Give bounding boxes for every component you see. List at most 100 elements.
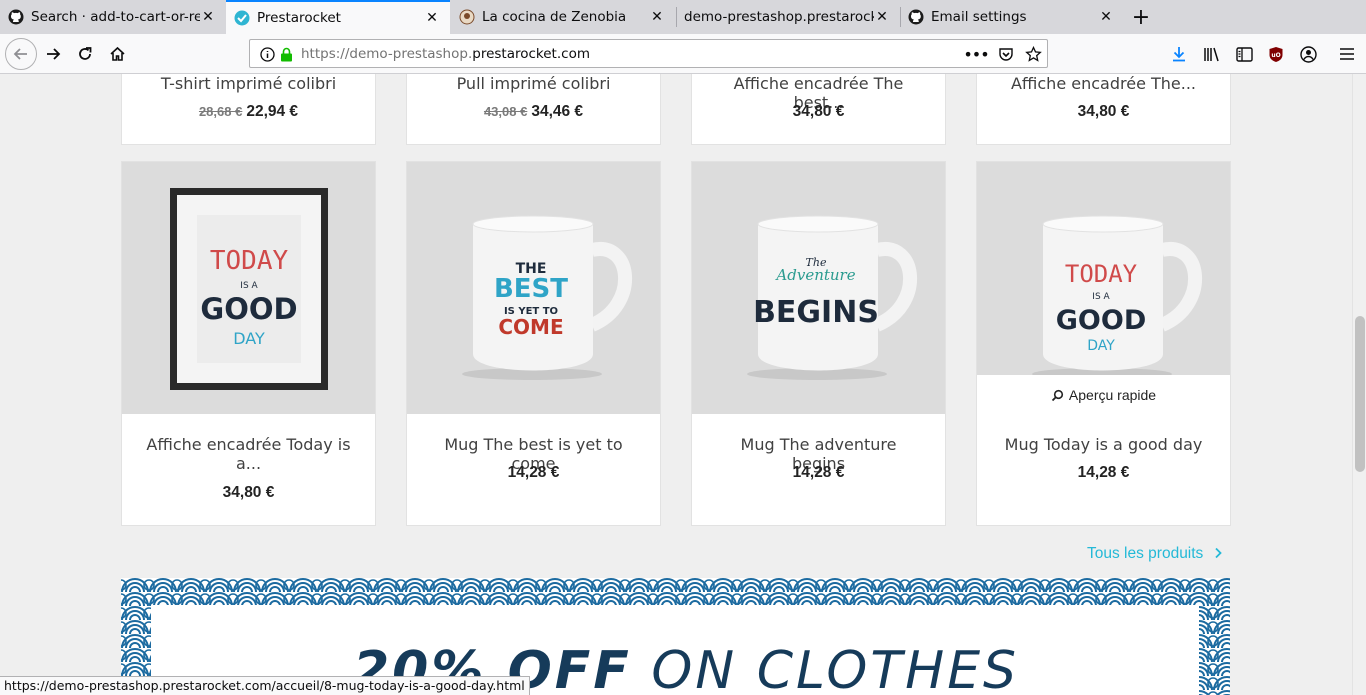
zenobia-icon xyxy=(459,9,475,25)
product-price: 22,94 € xyxy=(246,103,299,120)
product-name[interactable]: Affiche encadrée The... xyxy=(977,74,1230,93)
product-image[interactable]: The Adventure BEGINS xyxy=(692,162,945,414)
sidebar-icon[interactable] xyxy=(1233,43,1255,65)
navigation-toolbar: https://demo-prestashop.prestarocket.com… xyxy=(0,34,1366,74)
home-button[interactable] xyxy=(103,40,131,68)
banner-headline-rest: ON CLOTHES xyxy=(631,641,1020,695)
back-button[interactable] xyxy=(5,38,37,70)
menu-icon[interactable] xyxy=(1336,43,1358,65)
product-price-row: 43,08 €34,46 € xyxy=(407,103,660,121)
product-name[interactable]: T-shirt imprimé colibri xyxy=(122,74,375,93)
mug-line-3: GOOD xyxy=(1056,305,1146,336)
all-products-link[interactable]: Tous les produits xyxy=(1087,545,1223,563)
tab-email-settings[interactable]: Email settings ✕ xyxy=(900,0,1124,34)
page-scrollbar[interactable] xyxy=(1352,74,1366,695)
product-image[interactable]: TODAY IS A GOOD DAY Aperçu rapide xyxy=(977,162,1230,414)
page-content: T-shirt imprimé colibri 28,68 €22,94 € P… xyxy=(0,74,1352,695)
lock-icon[interactable] xyxy=(279,46,293,62)
url-host: prestarocket.com xyxy=(472,46,590,62)
home-icon xyxy=(109,46,125,61)
close-tab-icon[interactable]: ✕ xyxy=(649,9,665,25)
tab-demo-prestashop[interactable]: demo-prestashop.prestarock ✕ xyxy=(676,0,900,34)
poster-line-2: IS A xyxy=(240,281,258,291)
scrollbar-thumb[interactable] xyxy=(1355,316,1365,472)
reload-icon xyxy=(79,47,92,60)
product-price-row: 14,28 € xyxy=(692,464,945,482)
tab-github-search[interactable]: Search · add-to-cart-or-re ✕ xyxy=(0,0,226,34)
downloads-icon[interactable] xyxy=(1168,43,1190,65)
product-price-row: 14,28 € xyxy=(977,464,1230,482)
product-card[interactable]: The Adventure BEGINS Mug The adventure b… xyxy=(691,161,946,526)
old-price: 28,68 € xyxy=(198,104,243,119)
product-price-row: 34,80 € xyxy=(692,103,945,121)
tab-zenobia[interactable]: La cocina de Zenobia ✕ xyxy=(451,0,675,34)
product-price: 14,28 € xyxy=(1077,464,1130,481)
mug-line-2: IS A xyxy=(1092,292,1110,302)
new-tab-button[interactable]: + xyxy=(1129,5,1153,30)
bookmark-star-icon[interactable] xyxy=(1024,46,1042,62)
tab-title: demo-prestashop.prestarock xyxy=(684,9,874,25)
close-tab-icon[interactable]: ✕ xyxy=(200,9,216,25)
product-card[interactable]: T-shirt imprimé colibri 28,68 €22,94 € xyxy=(121,74,376,145)
product-image[interactable]: THE BEST IS YET TO COME xyxy=(407,162,660,414)
product-card[interactable]: TODAY IS A GOOD DAY Affiche encadrée Tod… xyxy=(121,161,376,526)
mug-line-2: BEST xyxy=(494,274,568,304)
library-icon[interactable] xyxy=(1201,43,1223,65)
product-price-row: 28,68 €22,94 € xyxy=(122,103,375,121)
mug-line-3: BEGINS xyxy=(753,295,879,330)
forward-button[interactable] xyxy=(39,40,67,68)
product-price: 34,80 € xyxy=(792,103,845,120)
mug-line-4: COME xyxy=(498,315,563,339)
product-card[interactable]: Affiche encadrée The best... 34,80 € xyxy=(691,74,946,145)
reload-button[interactable] xyxy=(71,40,99,68)
back-arrow-icon xyxy=(13,48,27,60)
quick-view-button[interactable]: Aperçu rapide xyxy=(977,375,1230,414)
product-price-row: 34,80 € xyxy=(122,484,375,502)
mug-line-1: TODAY xyxy=(1065,260,1138,288)
tab-title: Prestarocket xyxy=(257,10,341,26)
close-tab-icon[interactable]: ✕ xyxy=(874,9,890,25)
product-price: 34,80 € xyxy=(1077,103,1130,120)
product-price: 34,80 € xyxy=(222,484,275,501)
product-name[interactable]: Pull imprimé colibri xyxy=(407,74,660,93)
github-icon xyxy=(908,9,924,25)
tab-title: Search · add-to-cart-or-re xyxy=(31,9,200,25)
tab-title: Email settings xyxy=(931,9,1027,25)
product-name[interactable]: Affiche encadrée Today is a... xyxy=(122,435,375,473)
tab-bar: Search · add-to-cart-or-re ✕ Prestarocke… xyxy=(0,0,1366,34)
page-actions-icon[interactable]: ••• xyxy=(963,45,989,64)
product-card[interactable]: Pull imprimé colibri 43,08 €34,46 € xyxy=(406,74,661,145)
close-tab-icon[interactable]: ✕ xyxy=(424,10,440,26)
forward-arrow-icon xyxy=(47,48,61,60)
product-price-row: 14,28 € xyxy=(407,464,660,482)
status-bar-link-preview: https://demo-prestashop.prestarocket.com… xyxy=(0,676,530,695)
mug-line-4: DAY xyxy=(1087,338,1115,354)
product-card[interactable]: Affiche encadrée The... 34,80 € xyxy=(976,74,1231,145)
product-price-row: 34,80 € xyxy=(977,103,1230,121)
ublock-icon[interactable]: uO xyxy=(1265,43,1287,65)
search-icon xyxy=(1051,389,1064,401)
poster-line-3: GOOD xyxy=(200,292,297,326)
all-products-label: Tous les produits xyxy=(1087,545,1204,562)
github-icon xyxy=(8,9,24,25)
product-price: 34,46 € xyxy=(531,103,584,120)
prestarocket-icon xyxy=(234,10,250,26)
product-price: 14,28 € xyxy=(792,464,845,481)
account-icon[interactable] xyxy=(1297,43,1319,65)
url-bar[interactable]: https://demo-prestashop.prestarocket.com… xyxy=(249,39,1048,68)
product-name[interactable]: Mug Today is a good day xyxy=(977,435,1230,454)
svg-text:uO: uO xyxy=(1271,52,1280,59)
tab-prestarocket[interactable]: Prestarocket ✕ xyxy=(226,0,450,34)
product-card[interactable]: TODAY IS A GOOD DAY Aperçu rapide Mug To… xyxy=(976,161,1231,526)
info-icon[interactable] xyxy=(259,46,275,62)
chevron-right-icon xyxy=(1214,547,1222,559)
mug-line-2: Adventure xyxy=(774,266,855,284)
url-text: https://demo-prestashop.prestarocket.com xyxy=(301,46,590,62)
close-tab-icon[interactable]: ✕ xyxy=(1098,9,1114,25)
tab-title: La cocina de Zenobia xyxy=(482,9,627,25)
url-prefix: https://demo-prestashop. xyxy=(301,46,473,62)
product-card[interactable]: THE BEST IS YET TO COME Mug The best is … xyxy=(406,161,661,526)
product-image[interactable]: TODAY IS A GOOD DAY xyxy=(122,162,375,414)
pocket-icon[interactable] xyxy=(997,46,1015,62)
product-price: 14,28 € xyxy=(507,464,560,481)
